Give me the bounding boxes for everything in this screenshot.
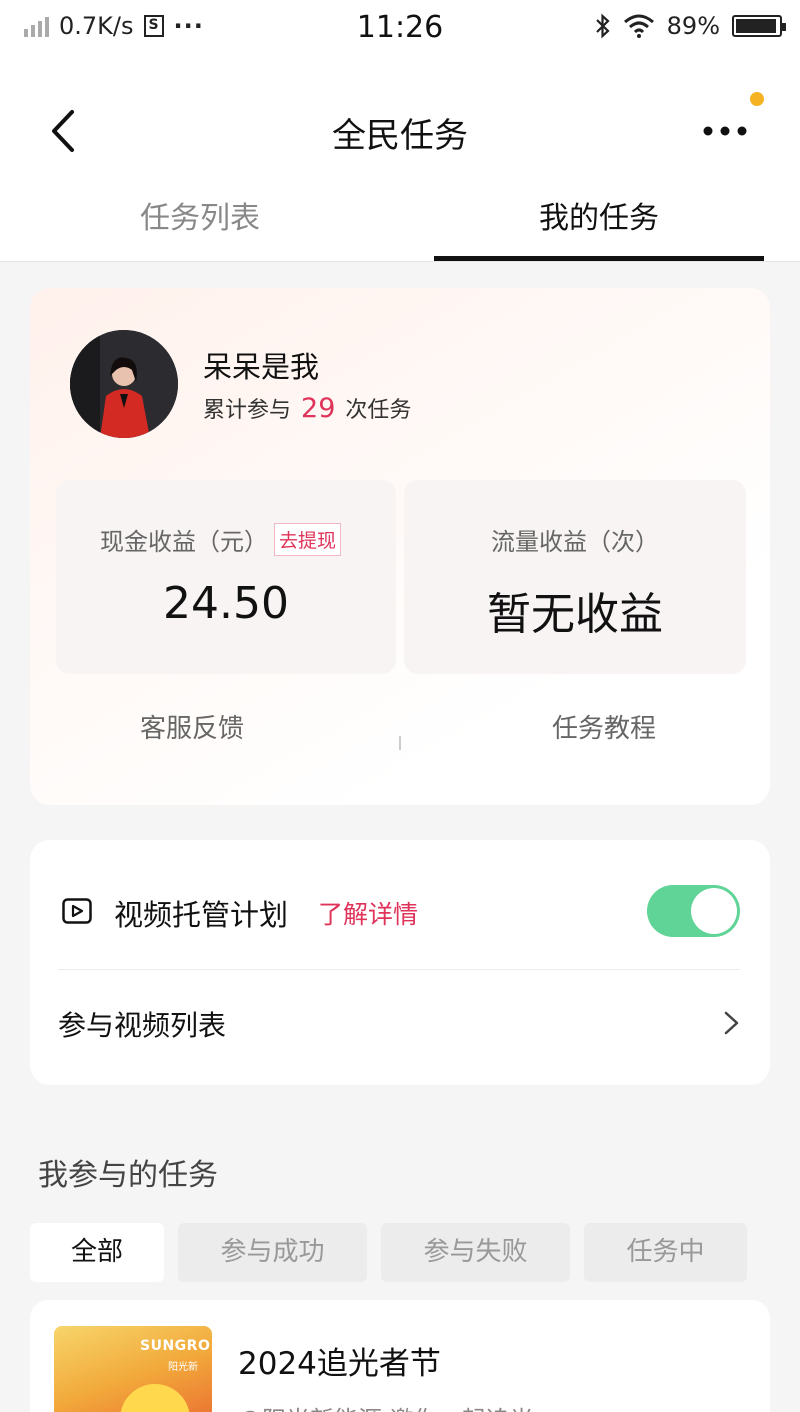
traffic-label: 流量收益（次） (491, 528, 659, 556)
link-divider (399, 736, 401, 750)
profile-card: 呆呆是我 累计参与 29 次任务 现金收益（元） 去提现 24.50 流量收益（… (30, 288, 770, 805)
task-tutorial-link[interactable]: 任务教程 (552, 708, 656, 745)
video-play-icon (62, 898, 92, 924)
tab-bar: 任务列表 我的任务 (0, 186, 800, 262)
withdraw-button[interactable]: 去提现 (274, 523, 342, 556)
task-title: 2024追光者节 (238, 1346, 441, 1382)
count-prefix: 累计参与 (203, 398, 292, 423)
bluetooth-icon (595, 13, 610, 39)
status-right: 89% (595, 12, 786, 40)
task-count-line: 累计参与 29 次任务 (203, 392, 411, 424)
task-subtitle: @阳光新能源 邀你一起追光 (238, 1400, 534, 1412)
chevron-right-icon[interactable] (720, 1008, 744, 1038)
status-bar: 0.7K/s S ··· 11:26 89% (0, 0, 800, 56)
cash-label: 现金收益（元） (100, 528, 268, 556)
battery-percent: 89% (666, 12, 720, 40)
traffic-earnings-box: 流量收益（次） 暂无收益 (404, 480, 746, 674)
notification-dot (750, 92, 764, 106)
active-tab-indicator (434, 256, 764, 261)
tab-my-tasks[interactable]: 我的任务 (434, 186, 764, 262)
toggle-knob (691, 888, 737, 934)
avatar[interactable] (70, 330, 178, 438)
filter-in-progress[interactable]: 任务中 (584, 1223, 747, 1282)
task-count: 29 (301, 393, 336, 424)
filter-failed[interactable]: 参与失败 (381, 1223, 570, 1282)
my-tasks-title: 我参与的任务 (38, 1158, 218, 1193)
wifi-icon (623, 14, 654, 38)
task-thumbnail: SUNGRO 阳光新 (54, 1326, 212, 1412)
thumb-brand: SUNGRO (140, 1338, 211, 1354)
filter-success[interactable]: 参与成功 (178, 1223, 367, 1282)
avatar-image (70, 330, 178, 438)
task-card[interactable]: SUNGRO 阳光新 2024追光者节 @阳光新能源 邀你一起追光 (30, 1300, 770, 1412)
plan-toggle[interactable] (647, 885, 740, 937)
video-list-row[interactable]: 参与视频列表 (58, 1004, 226, 1044)
plan-divider (58, 969, 740, 970)
cash-earnings-box: 现金收益（元） 去提现 24.50 (56, 480, 396, 674)
video-plan-card: 视频托管计划 了解详情 参与视频列表 (30, 840, 770, 1085)
thumb-sun-shape (120, 1384, 190, 1412)
nav-bar: 全民任务 (0, 56, 800, 186)
filter-all[interactable]: 全部 (30, 1223, 164, 1282)
traffic-value: 暂无收益 (487, 589, 663, 640)
battery-icon (732, 15, 786, 37)
user-name: 呆呆是我 (203, 350, 320, 384)
more-options-icon[interactable] (696, 116, 756, 146)
cash-value: 24.50 (163, 578, 289, 629)
plan-details-link[interactable]: 了解详情 (318, 895, 418, 931)
count-suffix: 次任务 (345, 398, 412, 423)
plan-title: 视频托管计划 (114, 898, 289, 932)
tab-task-list[interactable]: 任务列表 (0, 186, 400, 262)
thumb-subtitle: 阳光新 (168, 1362, 198, 1373)
cash-label-row: 现金收益（元） 去提现 (100, 522, 342, 557)
customer-service-link[interactable]: 客服反馈 (140, 708, 244, 745)
page-title: 全民任务 (332, 116, 468, 156)
